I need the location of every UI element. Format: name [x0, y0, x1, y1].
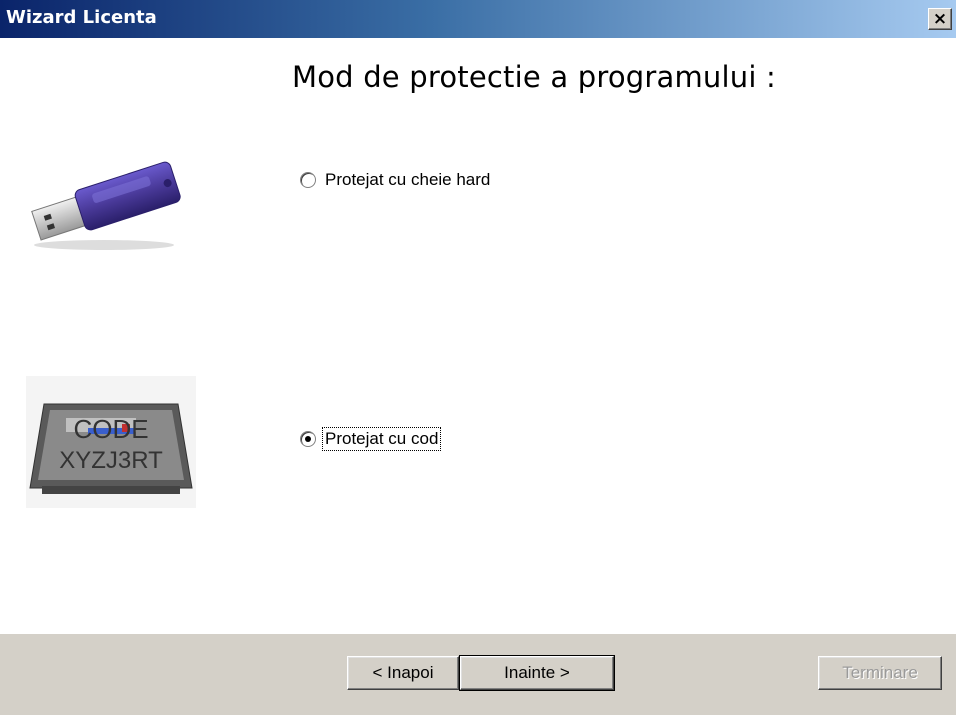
next-button[interactable]: Inainte >: [459, 655, 615, 691]
page-heading: Mod de protectie a programului :: [292, 60, 776, 94]
finish-button[interactable]: Terminare: [818, 656, 942, 690]
usb-key-image: [31, 161, 181, 250]
code-card-image: CODE XYZJ3RT: [26, 376, 196, 508]
window-title: Wizard Licenta: [6, 7, 157, 28]
radio-label[interactable]: Protejat cu cod: [321, 427, 442, 451]
close-button[interactable]: ×: [928, 8, 952, 30]
radio-option-code[interactable]: Protejat cu cod: [300, 427, 442, 451]
code-card-text-bottom: XYZJ3RT: [59, 447, 163, 474]
radio-button[interactable]: [300, 172, 316, 188]
code-card-graphic: CODE XYZJ3RT: [29, 403, 193, 494]
back-button[interactable]: < Inapoi: [347, 656, 459, 690]
button-bar: < Inapoi Inainte > Terminare: [0, 634, 956, 715]
title-bar[interactable]: Wizard Licenta ×: [0, 0, 956, 38]
code-card-text-top: CODE: [73, 414, 148, 444]
radio-option-hard-key[interactable]: Protejat cu cheie hard: [300, 170, 491, 190]
wizard-window: Wizard Licenta × Mod de protectie a prog…: [0, 0, 956, 715]
radio-button-checked[interactable]: [300, 431, 316, 447]
radio-label[interactable]: Protejat cu cheie hard: [324, 170, 491, 190]
close-icon: ×: [932, 9, 948, 29]
